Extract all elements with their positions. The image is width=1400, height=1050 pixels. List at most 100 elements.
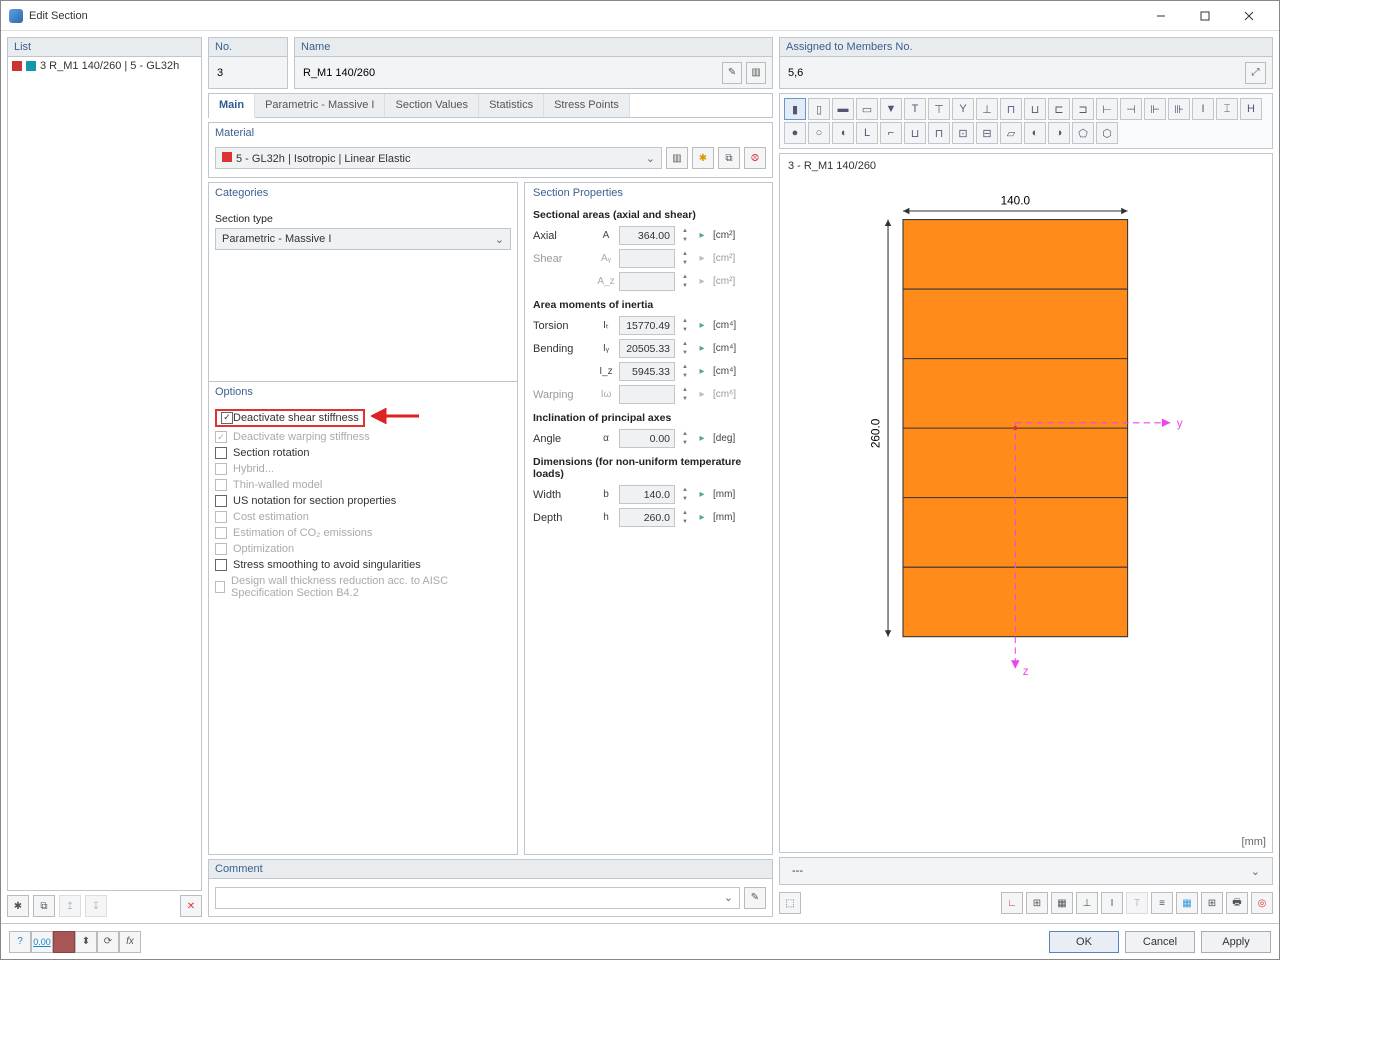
value-input[interactable]: 20505.33 [619, 339, 675, 358]
dims-icon[interactable]: ⊞ [1026, 892, 1048, 914]
go-icon[interactable]: ▸ [695, 366, 709, 377]
shape-button[interactable]: ⊟ [976, 122, 998, 144]
shape-button[interactable]: ◑ [1048, 122, 1070, 144]
go-icon[interactable]: ▸ [695, 343, 709, 354]
list-item[interactable]: 3 R_M1 140/260 | 5 - GL32h [10, 59, 199, 73]
spinner[interactable]: ▲▼ [679, 508, 691, 527]
shape-button[interactable]: ⊥ [976, 98, 998, 120]
tab-section-values[interactable]: Section Values [385, 94, 479, 117]
shape-button[interactable]: ⊔ [904, 122, 926, 144]
edit-name-icon[interactable]: ✎ [722, 62, 742, 84]
go-icon[interactable]: ▸ [695, 512, 709, 523]
spinner[interactable]: ▲▼ [679, 362, 691, 381]
color-icon[interactable] [53, 931, 75, 953]
shape-button[interactable]: ⊢ [1096, 98, 1118, 120]
shape-button[interactable]: ▯ [808, 98, 830, 120]
line-icon[interactable]: ≡ [1151, 892, 1173, 914]
i-icon[interactable]: I [1101, 892, 1123, 914]
shape-button[interactable]: ▮ [784, 98, 806, 120]
spinner[interactable]: ▲▼ [679, 485, 691, 504]
option-section-rotation[interactable]: Section rotation [215, 445, 511, 461]
shape-button[interactable]: T [904, 98, 926, 120]
value-input[interactable]: 260.0 [619, 508, 675, 527]
spinner[interactable]: ▲▼ [679, 429, 691, 448]
axes-icon[interactable]: ∟ [1001, 892, 1023, 914]
shape-button[interactable]: ⊏ [1048, 98, 1070, 120]
tab-statistics[interactable]: Statistics [479, 94, 544, 117]
close-button[interactable] [1227, 2, 1271, 30]
go-icon[interactable]: ▸ [695, 489, 709, 500]
assigned-pick-icon[interactable]: ⤢ [1245, 62, 1266, 84]
section-type-select[interactable]: Parametric - Massive I⌄ [215, 228, 511, 250]
shape-button[interactable]: ▱ [1000, 122, 1022, 144]
shape-button[interactable]: ⊪ [1168, 98, 1190, 120]
spinner[interactable]: ▲▼ [679, 339, 691, 358]
preview-tool-icon[interactable]: ⬚ [779, 892, 801, 914]
shape-button[interactable]: ⬠ [1072, 122, 1094, 144]
shape-button[interactable]: Y [952, 98, 974, 120]
info-icon[interactable]: ⟳ [97, 931, 119, 953]
shape-button[interactable]: ⌐ [880, 122, 902, 144]
go-icon[interactable]: ▸ [695, 230, 709, 241]
material-lib-icon[interactable]: ▥ [666, 147, 688, 169]
shape-button[interactable]: ▼ [880, 98, 902, 120]
value-input[interactable]: 15770.49 [619, 316, 675, 335]
shape-button[interactable]: ⊔ [1024, 98, 1046, 120]
principal-icon[interactable]: ⊥ [1076, 892, 1098, 914]
material-del-icon[interactable]: ⮾ [744, 147, 766, 169]
section-list[interactable]: 3 R_M1 140/260 | 5 - GL32h [7, 57, 202, 891]
fx-icon[interactable]: fx [119, 931, 141, 953]
preview-mode-select[interactable]: ---⌄ [786, 860, 1266, 882]
shape-button[interactable]: ○ [808, 122, 830, 144]
value-input[interactable]: 5945.33 [619, 362, 675, 381]
grid2-icon[interactable]: ⊞ [1201, 892, 1223, 914]
cancel-button[interactable]: Cancel [1125, 931, 1195, 953]
tab-stress-points[interactable]: Stress Points [544, 94, 630, 117]
shape-button[interactable]: ⊓ [1000, 98, 1022, 120]
value-input[interactable]: 364.00 [619, 226, 675, 245]
shape-button[interactable]: ▭ [856, 98, 878, 120]
comment-edit-icon[interactable]: ✎ [744, 887, 766, 909]
target-icon[interactable]: ◎ [1251, 892, 1273, 914]
shape-button[interactable]: L [856, 122, 878, 144]
shape-button[interactable]: ⌶ [1216, 98, 1238, 120]
assigned-input[interactable] [786, 66, 1241, 80]
print-icon[interactable]: 🖶 [1226, 892, 1248, 914]
ok-button[interactable]: OK [1049, 931, 1119, 953]
shape-button[interactable]: ⊣ [1120, 98, 1142, 120]
material-select[interactable]: 5 - GL32h | Isotropic | Linear Elastic ⌄ [215, 147, 662, 169]
comment-select[interactable]: ⌄ [215, 887, 740, 909]
option-stress-smoothing-to-avoid-sing[interactable]: Stress smoothing to avoid singularities [215, 557, 511, 573]
delete-button[interactable]: ✕ [180, 895, 202, 917]
shape-button[interactable]: ⊐ [1072, 98, 1094, 120]
maximize-button[interactable] [1183, 2, 1227, 30]
shape-button[interactable]: ◐ [1024, 122, 1046, 144]
material-edit-icon[interactable]: ⧉ [718, 147, 740, 169]
copy-button[interactable]: ⧉ [33, 895, 55, 917]
shape-button[interactable]: ⊤ [928, 98, 950, 120]
tab-parametric[interactable]: Parametric - Massive I [255, 94, 385, 117]
go-icon[interactable]: ▸ [695, 433, 709, 444]
option-us-notation-for-section-proper[interactable]: US notation for section properties [215, 493, 511, 509]
shape-button[interactable]: ⊩ [1144, 98, 1166, 120]
value-input[interactable]: 0.00 [619, 429, 675, 448]
shape-button[interactable]: ● [784, 122, 806, 144]
extent-icon[interactable]: ▦ [1051, 892, 1073, 914]
value-input[interactable]: 140.0 [619, 485, 675, 504]
help-icon[interactable]: ? [9, 931, 31, 953]
shape-button[interactable]: ▬ [832, 98, 854, 120]
shape-button[interactable]: ◖ [832, 122, 854, 144]
spinner[interactable]: ▲▼ [679, 226, 691, 245]
render-icon[interactable]: ⬍ [75, 931, 97, 953]
shape-button[interactable]: H [1240, 98, 1262, 120]
tab-main[interactable]: Main [209, 94, 255, 118]
shape-button[interactable]: I [1192, 98, 1214, 120]
option-deactivate-shear-stiffness[interactable]: ✓Deactivate shear stiffness [215, 406, 511, 429]
go-icon[interactable]: ▸ [695, 320, 709, 331]
new-button[interactable]: ✱ [7, 895, 29, 917]
minimize-button[interactable] [1139, 2, 1183, 30]
grid-icon[interactable]: ▦ [1176, 892, 1198, 914]
shape-button[interactable]: ⬡ [1096, 122, 1118, 144]
no-input[interactable] [215, 66, 281, 80]
material-new-icon[interactable]: ✱ [692, 147, 714, 169]
